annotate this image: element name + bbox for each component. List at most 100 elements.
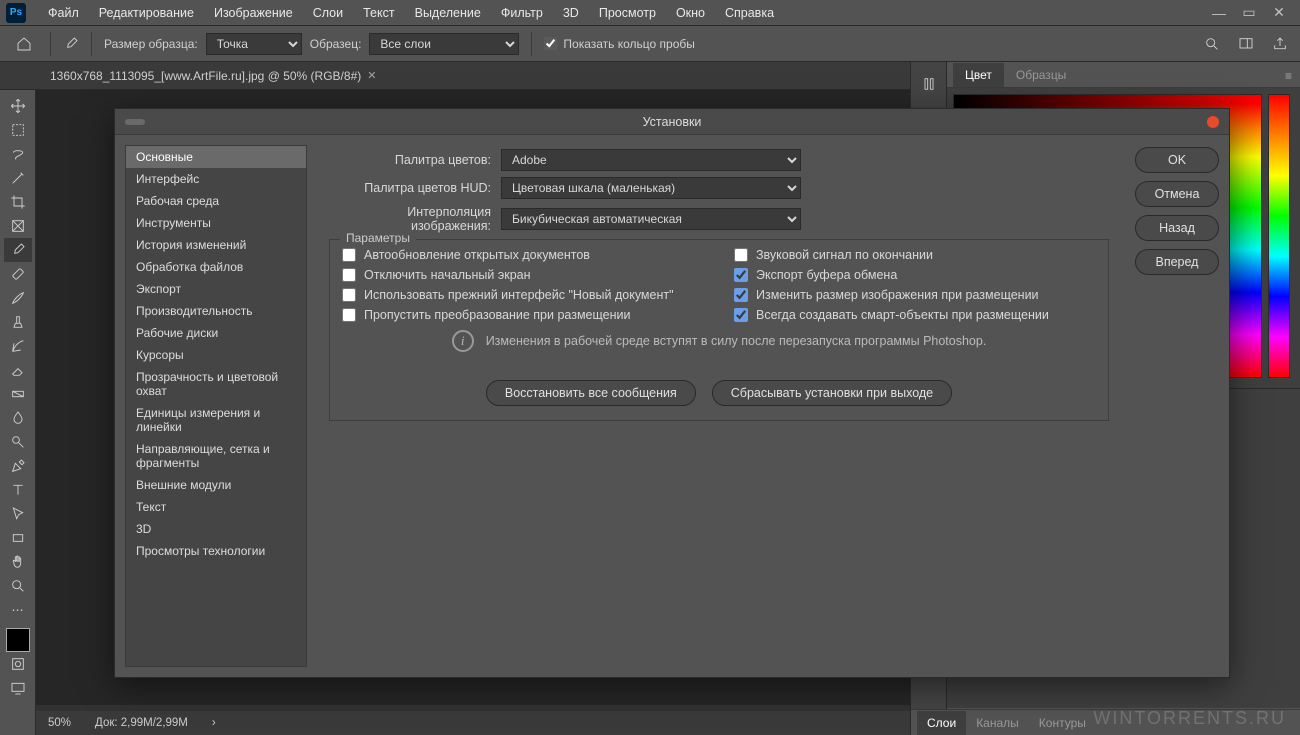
- cat-general[interactable]: Основные: [126, 146, 306, 168]
- foreground-color-swatch[interactable]: [6, 628, 30, 652]
- window-minimize-icon[interactable]: —: [1204, 5, 1234, 21]
- cat-units[interactable]: Единицы измерения и линейки: [126, 402, 306, 438]
- tab-swatches[interactable]: Образцы: [1004, 63, 1078, 87]
- cat-techpreview[interactable]: Просмотры технологии: [126, 540, 306, 562]
- checkbox[interactable]: [734, 308, 748, 322]
- tab-paths[interactable]: Контуры: [1029, 711, 1096, 735]
- check-left-2[interactable]: Использовать прежний интерфейс "Новый до…: [342, 288, 704, 302]
- cat-filehandling[interactable]: Обработка файлов: [126, 256, 306, 278]
- menu-edit[interactable]: Редактирование: [89, 6, 204, 20]
- menu-file[interactable]: Файл: [38, 6, 89, 20]
- cat-scratchdisks[interactable]: Рабочие диски: [126, 322, 306, 344]
- wand-tool-icon[interactable]: [4, 166, 32, 190]
- tab-channels[interactable]: Каналы: [966, 711, 1029, 735]
- menu-view[interactable]: Просмотр: [589, 6, 666, 20]
- home-icon[interactable]: [10, 30, 38, 58]
- eyedropper-tool-icon[interactable]: [4, 238, 32, 262]
- tab-color[interactable]: Цвет: [953, 63, 1004, 87]
- cat-type[interactable]: Текст: [126, 496, 306, 518]
- checkbox[interactable]: [734, 248, 748, 262]
- cat-transparency[interactable]: Прозрачность и цветовой охват: [126, 366, 306, 402]
- workspace-icon[interactable]: [1236, 34, 1256, 54]
- lasso-tool-icon[interactable]: [4, 142, 32, 166]
- reset-on-quit-button[interactable]: Сбрасывать установки при выходе: [712, 380, 952, 406]
- cat-plugins[interactable]: Внешние модули: [126, 474, 306, 496]
- checkbox[interactable]: [734, 288, 748, 302]
- check-left-0[interactable]: Автообновление открытых документов: [342, 248, 704, 262]
- type-tool-icon[interactable]: [4, 478, 32, 502]
- cat-performance[interactable]: Производительность: [126, 300, 306, 322]
- move-tool-icon[interactable]: [4, 94, 32, 118]
- window-restore-icon[interactable]: ▭: [1234, 4, 1264, 21]
- checkbox[interactable]: [734, 268, 748, 282]
- checkbox[interactable]: [342, 308, 356, 322]
- heal-tool-icon[interactable]: [4, 262, 32, 286]
- cancel-button[interactable]: Отмена: [1135, 181, 1219, 207]
- panel-menu-icon[interactable]: ≡: [1277, 65, 1300, 87]
- status-chevron-icon[interactable]: ›: [212, 717, 216, 729]
- pen-tool-icon[interactable]: [4, 454, 32, 478]
- blur-tool-icon[interactable]: [4, 406, 32, 430]
- cat-workspace[interactable]: Рабочая среда: [126, 190, 306, 212]
- crop-tool-icon[interactable]: [4, 190, 32, 214]
- cat-interface[interactable]: Интерфейс: [126, 168, 306, 190]
- menu-text[interactable]: Текст: [353, 6, 404, 20]
- menu-filter[interactable]: Фильтр: [491, 6, 553, 20]
- next-button[interactable]: Вперед: [1135, 249, 1219, 275]
- tab-layers[interactable]: Слои: [917, 711, 966, 735]
- hue-slider[interactable]: [1268, 94, 1290, 378]
- share-icon[interactable]: [1270, 34, 1290, 54]
- menu-window[interactable]: Окно: [666, 6, 715, 20]
- eraser-tool-icon[interactable]: [4, 358, 32, 382]
- checkbox[interactable]: [342, 268, 356, 282]
- history-brush-tool-icon[interactable]: [4, 334, 32, 358]
- menu-3d[interactable]: 3D: [553, 6, 589, 20]
- sample-from-select[interactable]: Все слои: [369, 33, 519, 55]
- sample-size-select[interactable]: Точка: [206, 33, 302, 55]
- checkbox[interactable]: [342, 288, 356, 302]
- rectangle-tool-icon[interactable]: [4, 526, 32, 550]
- brush-tool-icon[interactable]: [4, 286, 32, 310]
- hud-picker-select[interactable]: Цветовая шкала (маленькая): [501, 177, 801, 199]
- interpolation-select[interactable]: Бикубическая автоматическая: [501, 208, 801, 230]
- menu-select[interactable]: Выделение: [405, 6, 491, 20]
- path-select-tool-icon[interactable]: [4, 502, 32, 526]
- menu-layers[interactable]: Слои: [303, 6, 353, 20]
- close-icon[interactable]: ✕: [367, 69, 376, 82]
- menu-help[interactable]: Справка: [715, 6, 784, 20]
- cat-tools[interactable]: Инструменты: [126, 212, 306, 234]
- dialog-close-icon[interactable]: [1207, 116, 1219, 128]
- cat-guides[interactable]: Направляющие, сетка и фрагменты: [126, 438, 306, 474]
- screenmode-icon[interactable]: [4, 676, 32, 700]
- window-close-icon[interactable]: ✕: [1264, 4, 1294, 21]
- dodge-tool-icon[interactable]: [4, 430, 32, 454]
- check-right-2[interactable]: Изменить размер изображения при размещен…: [734, 288, 1096, 302]
- panel-icon-1[interactable]: [921, 76, 937, 92]
- ok-button[interactable]: OK: [1135, 147, 1219, 173]
- quickmask-icon[interactable]: [4, 652, 32, 676]
- check-right-1[interactable]: Экспорт буфера обмена: [734, 268, 1096, 282]
- more-tools-icon[interactable]: ⋯: [4, 598, 32, 622]
- hand-tool-icon[interactable]: [4, 550, 32, 574]
- status-docinfo[interactable]: Док: 2,99M/2,99M: [95, 717, 188, 729]
- prev-button[interactable]: Назад: [1135, 215, 1219, 241]
- color-picker-select[interactable]: Adobe: [501, 149, 801, 171]
- status-zoom[interactable]: 50%: [48, 717, 71, 729]
- reset-warnings-button[interactable]: Восстановить все сообщения: [486, 380, 696, 406]
- check-right-0[interactable]: Звуковой сигнал по окончании: [734, 248, 1096, 262]
- menu-image[interactable]: Изображение: [204, 6, 303, 20]
- document-tab[interactable]: 1360x768_1113095_[www.ArtFile.ru].jpg @ …: [40, 62, 386, 89]
- check-left-1[interactable]: Отключить начальный экран: [342, 268, 704, 282]
- cat-3d[interactable]: 3D: [126, 518, 306, 540]
- cat-cursors[interactable]: Курсоры: [126, 344, 306, 366]
- dialog-titlebar[interactable]: Установки: [115, 109, 1229, 135]
- cat-history[interactable]: История изменений: [126, 234, 306, 256]
- check-right-3[interactable]: Всегда создавать смарт-объекты при разме…: [734, 308, 1096, 322]
- marquee-tool-icon[interactable]: [4, 118, 32, 142]
- frame-tool-icon[interactable]: [4, 214, 32, 238]
- check-left-3[interactable]: Пропустить преобразование при размещении: [342, 308, 704, 322]
- checkbox[interactable]: [342, 248, 356, 262]
- stamp-tool-icon[interactable]: [4, 310, 32, 334]
- show-ring-checkbox[interactable]: [544, 37, 557, 50]
- zoom-tool-icon[interactable]: [4, 574, 32, 598]
